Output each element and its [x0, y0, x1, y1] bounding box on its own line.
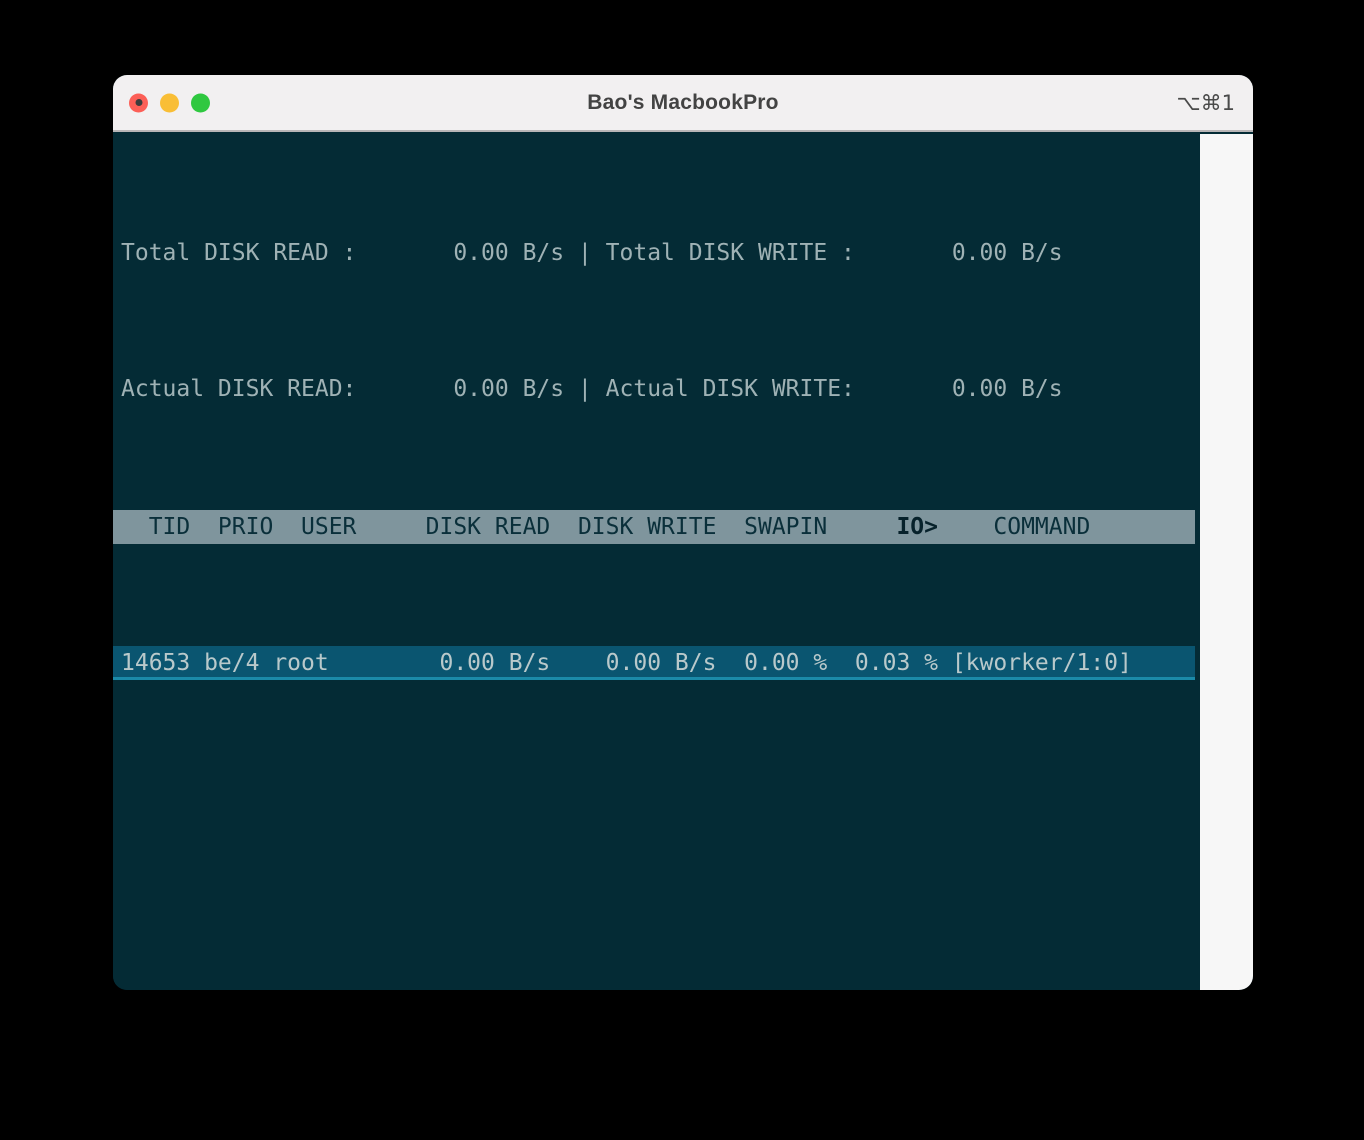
summary-line-actual: Actual DISK READ: 0.00 B/s | Actual DISK…: [113, 372, 1200, 406]
table-row[interactable]: 14653 be/4 root 0.00 B/s 0.00 B/s 0.00 %…: [113, 646, 1195, 680]
keyboard-shortcut-hint: ⌥⌘1: [1176, 91, 1235, 115]
summary-line-total: Total DISK READ : 0.00 B/s | Total DISK …: [113, 236, 1200, 270]
window-title: Bao's MacbookPro: [113, 91, 1253, 115]
window-controls: [129, 93, 210, 112]
zoom-button[interactable]: [191, 93, 210, 112]
table-column-header[interactable]: TID PRIO USER DISK READ DISK WRITE SWAPI…: [113, 510, 1195, 544]
column-header-right: COMMAND: [938, 514, 1090, 540]
minimize-button[interactable]: [160, 93, 179, 112]
close-button[interactable]: [129, 93, 148, 112]
recording-indicator-icon: [135, 99, 142, 106]
iotop-output[interactable]: Total DISK READ : 0.00 B/s | Total DISK …: [113, 134, 1200, 990]
window-titlebar[interactable]: Bao's MacbookPro ⌥⌘1: [113, 75, 1253, 132]
column-header-left: TID PRIO USER DISK READ DISK WRITE SWAPI…: [121, 514, 896, 540]
terminal-body[interactable]: Total DISK READ : 0.00 B/s | Total DISK …: [113, 134, 1253, 990]
terminal-window[interactable]: Bao's MacbookPro ⌥⌘1 Total DISK READ : 0…: [113, 75, 1253, 990]
column-header-io-sorted[interactable]: IO>: [896, 514, 938, 540]
terminal-scrollbar[interactable]: [1200, 134, 1253, 990]
